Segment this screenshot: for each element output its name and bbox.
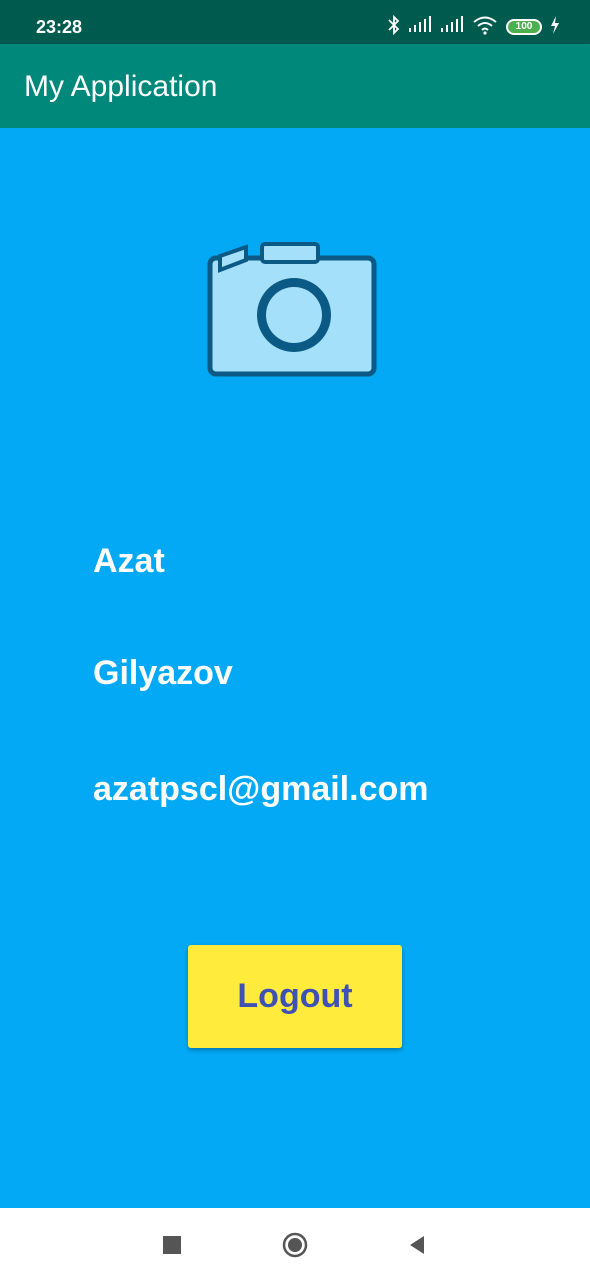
profile-content: Azat Gilyazov azatpscl@gmail.com Logout (0, 128, 590, 1208)
battery-icon: 100 (506, 19, 542, 35)
status-icons: 100 (388, 14, 560, 40)
first-name-text: Azat (93, 542, 165, 580)
camera-icon[interactable] (206, 236, 382, 380)
app-title: My Application (24, 70, 218, 103)
last-name-text: Gilyazov (93, 654, 233, 692)
navigation-bar (0, 1208, 590, 1280)
status-bar: 23:28 100 (0, 0, 590, 44)
recents-icon[interactable] (155, 1228, 189, 1262)
bluetooth-icon (388, 14, 400, 40)
app-bar: My Application (0, 44, 590, 128)
home-icon[interactable] (278, 1228, 312, 1262)
wifi-icon (472, 15, 498, 40)
email-text: azatpscl@gmail.com (93, 770, 429, 808)
status-time: 23:28 (36, 17, 83, 37)
logout-button[interactable]: Logout (188, 945, 402, 1048)
charging-icon (550, 15, 560, 39)
signal-icon (408, 15, 432, 39)
back-icon[interactable] (400, 1228, 434, 1262)
signal-icon (440, 15, 464, 39)
